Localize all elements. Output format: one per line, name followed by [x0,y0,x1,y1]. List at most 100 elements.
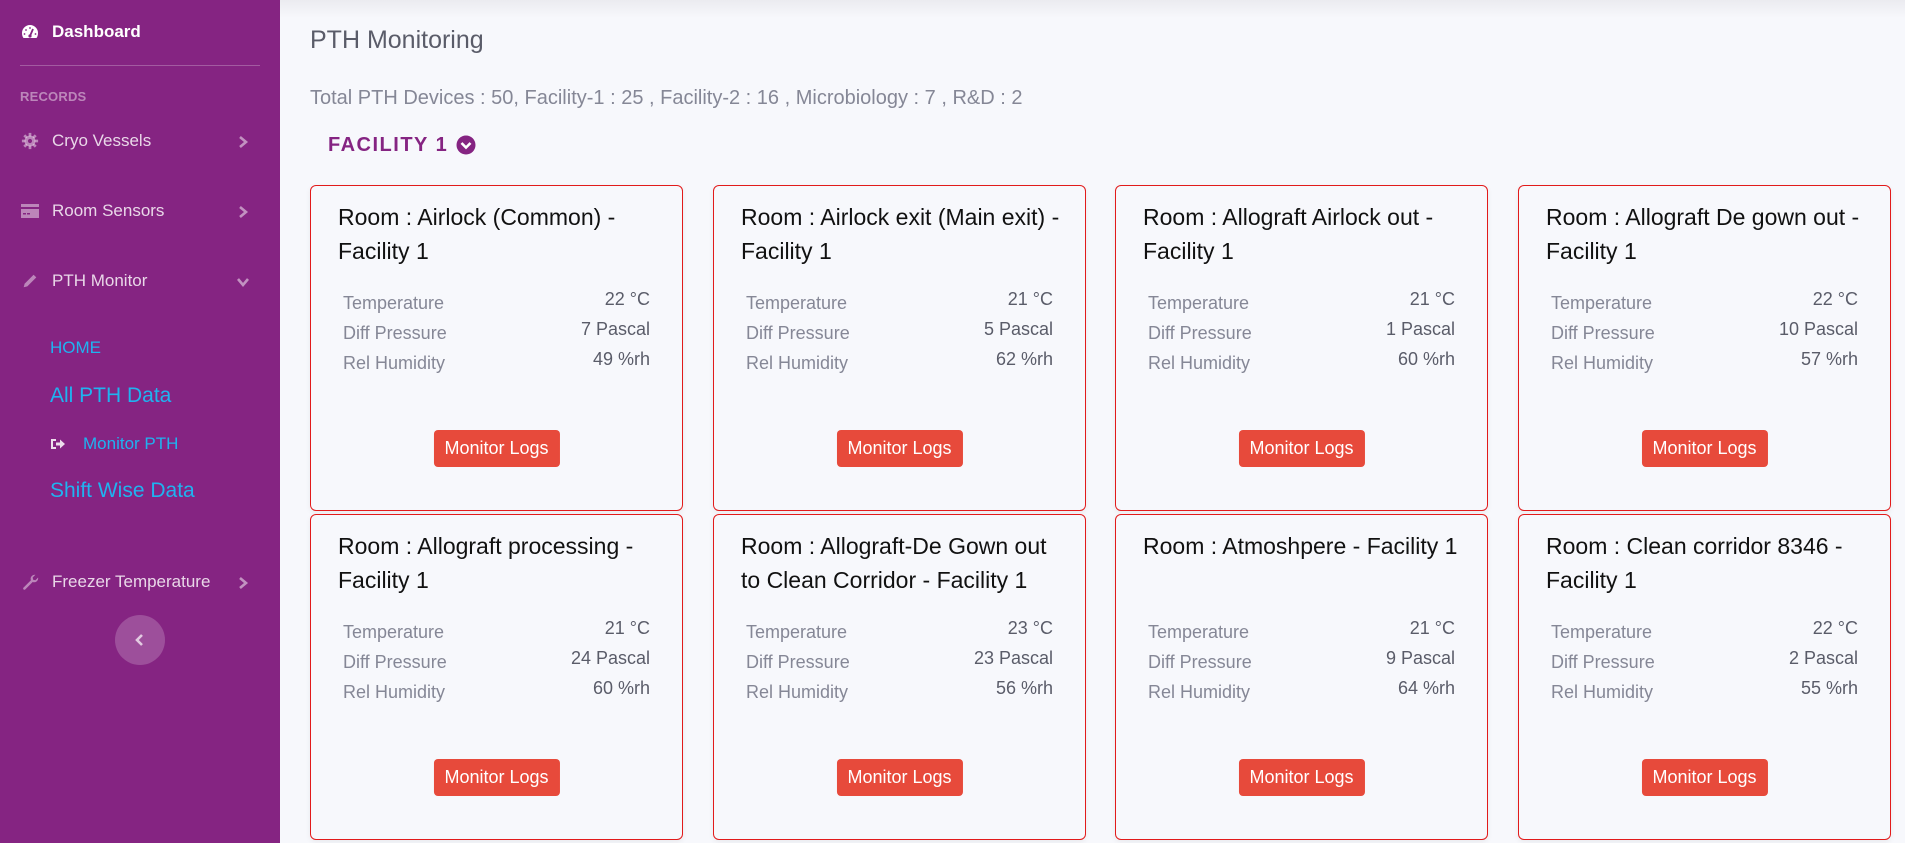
chevron-right-icon [236,575,250,589]
reading-rel-humidity: Rel Humidity 55 %rh [1551,678,1858,708]
chevron-right-icon [236,134,250,148]
rel-humidity-value: 62 %rh [995,349,1053,369]
diff-pressure-value: 2 Pascal [1788,648,1858,668]
monitor-logs-button[interactable]: Monitor Logs [433,759,560,796]
sidebar: Dashboard RECORDS Cryo Vessels Room Sens… [0,0,280,843]
room-card: Room : Atmoshpere - Facility 1 Temperatu… [1115,514,1488,840]
room-readings: Temperature 21 °C Diff Pressure 5 Pascal… [746,289,1053,379]
rel-humidity-label: Rel Humidity [1148,682,1251,702]
rel-humidity-value: 60 %rh [592,678,650,698]
rel-humidity-label: Rel Humidity [1551,682,1654,702]
reading-rel-humidity: Rel Humidity 57 %rh [1551,349,1858,379]
pencil-icon [20,271,40,291]
diff-pressure-label: Diff Pressure [1551,652,1655,672]
diff-pressure-value: 24 Pascal [570,648,650,668]
room-card: Room : Allograft-De Gown out to Clean Co… [713,514,1086,840]
temperature-value: 22 °C [1812,618,1858,638]
room-card: Room : Allograft Airlock out - Facility … [1115,185,1488,511]
monitor-logs-button[interactable]: Monitor Logs [1238,430,1365,467]
sidebar-item-dashboard[interactable]: Dashboard [20,20,141,44]
diff-pressure-value: 9 Pascal [1385,648,1455,668]
chevron-left-icon [133,633,147,647]
topbar-shadow [280,0,1905,18]
reading-temperature: Temperature 22 °C [1551,618,1858,648]
monitor-logs-button[interactable]: Monitor Logs [1641,759,1768,796]
rel-humidity-value: 64 %rh [1397,678,1455,698]
diff-pressure-label: Diff Pressure [343,652,447,672]
diff-pressure-label: Diff Pressure [1551,323,1655,343]
room-readings: Temperature 22 °C Diff Pressure 2 Pascal… [1551,618,1858,708]
reading-diff-pressure: Diff Pressure 9 Pascal [1148,648,1455,678]
rel-humidity-label: Rel Humidity [1551,353,1654,373]
diff-pressure-label: Diff Pressure [746,652,850,672]
reading-diff-pressure: Diff Pressure 24 Pascal [343,648,650,678]
rel-humidity-label: Rel Humidity [746,682,849,702]
temperature-label: Temperature [746,622,848,642]
reading-rel-humidity: Rel Humidity 62 %rh [746,349,1053,379]
dashboard-label: Dashboard [52,22,141,41]
reading-rel-humidity: Rel Humidity 64 %rh [1148,678,1455,708]
sidebar-item-label: PTH Monitor [52,271,148,290]
room-title: Room : Allograft De gown out - Facility … [1546,204,1860,264]
sidebar-item-pth-monitor[interactable]: PTH Monitor [20,268,260,294]
reading-diff-pressure: Diff Pressure 10 Pascal [1551,319,1858,349]
reading-diff-pressure: Diff Pressure 23 Pascal [746,648,1053,678]
monitor-logs-button[interactable]: Monitor Logs [836,430,963,467]
room-title: Room : Airlock (Common) - Facility 1 [338,204,616,264]
facility-toggle[interactable]: FACILITY 1 [328,132,477,158]
diff-pressure-value: 23 Pascal [973,648,1053,668]
chevron-right-icon [236,204,250,218]
rel-humidity-label: Rel Humidity [343,682,446,702]
chevron-circle-down-icon [456,135,477,156]
submenu-monitor-pth-label: Monitor PTH [83,434,179,453]
reading-temperature: Temperature 21 °C [746,289,1053,319]
sidebar-divider [20,65,260,66]
temperature-label: Temperature [746,293,848,313]
sidebar-item-freezer-temperature[interactable]: Freezer Temperature [20,569,260,595]
diff-pressure-value: 5 Pascal [983,319,1053,339]
sign-out-icon [50,436,66,452]
diff-pressure-label: Diff Pressure [1148,323,1252,343]
room-card: Room : Allograft De gown out - Facility … [1518,185,1891,511]
page-title: PTH Monitoring [310,26,484,54]
diff-pressure-label: Diff Pressure [746,323,850,343]
reading-temperature: Temperature 22 °C [343,289,650,319]
monitor-logs-button[interactable]: Monitor Logs [1641,430,1768,467]
rel-humidity-label: Rel Humidity [1148,353,1251,373]
reading-rel-humidity: Rel Humidity 56 %rh [746,678,1053,708]
sidebar-item-room-sensors[interactable]: Room Sensors [20,198,260,224]
submenu-home[interactable]: HOME [50,338,101,358]
rel-humidity-value: 56 %rh [995,678,1053,698]
temperature-value: 23 °C [1007,618,1053,638]
room-readings: Temperature 21 °C Diff Pressure 24 Pasca… [343,618,650,708]
reading-rel-humidity: Rel Humidity 49 %rh [343,349,650,379]
reading-diff-pressure: Diff Pressure 7 Pascal [343,319,650,349]
room-title: Room : Allograft processing - Facility 1 [338,533,634,593]
temperature-value: 21 °C [1409,289,1455,309]
reading-diff-pressure: Diff Pressure 1 Pascal [1148,319,1455,349]
submenu-monitor-pth[interactable]: Monitor PTH [50,434,178,454]
sidebar-item-cryo-vessels[interactable]: Cryo Vessels [20,128,260,154]
rel-humidity-value: 49 %rh [592,349,650,369]
chevron-down-icon [236,274,250,288]
rel-humidity-value: 57 %rh [1800,349,1858,369]
temperature-value: 21 °C [1007,289,1053,309]
tachometer-icon [20,22,40,42]
room-card: Room : Airlock exit (Main exit) - Facili… [713,185,1086,511]
sidebar-item-label: Room Sensors [52,201,165,220]
room-title: Room : Airlock exit (Main exit) - Facili… [741,204,1060,264]
monitor-logs-button[interactable]: Monitor Logs [433,430,560,467]
diff-pressure-label: Diff Pressure [1148,652,1252,672]
room-card: Room : Airlock (Common) - Facility 1 Tem… [310,185,683,511]
monitor-logs-button[interactable]: Monitor Logs [836,759,963,796]
submenu-shift-wise-data[interactable]: Shift Wise Data [50,479,195,503]
wrench-icon [20,572,40,592]
monitor-logs-button[interactable]: Monitor Logs [1238,759,1365,796]
temperature-label: Temperature [1551,293,1653,313]
room-readings: Temperature 22 °C Diff Pressure 10 Pasca… [1551,289,1858,379]
submenu-all-pth-data[interactable]: All PTH Data [50,384,171,408]
diff-pressure-value: 10 Pascal [1778,319,1858,339]
room-readings: Temperature 23 °C Diff Pressure 23 Pasca… [746,618,1053,708]
room-readings: Temperature 21 °C Diff Pressure 9 Pascal… [1148,618,1455,708]
sidebar-toggle-button[interactable] [115,615,165,665]
